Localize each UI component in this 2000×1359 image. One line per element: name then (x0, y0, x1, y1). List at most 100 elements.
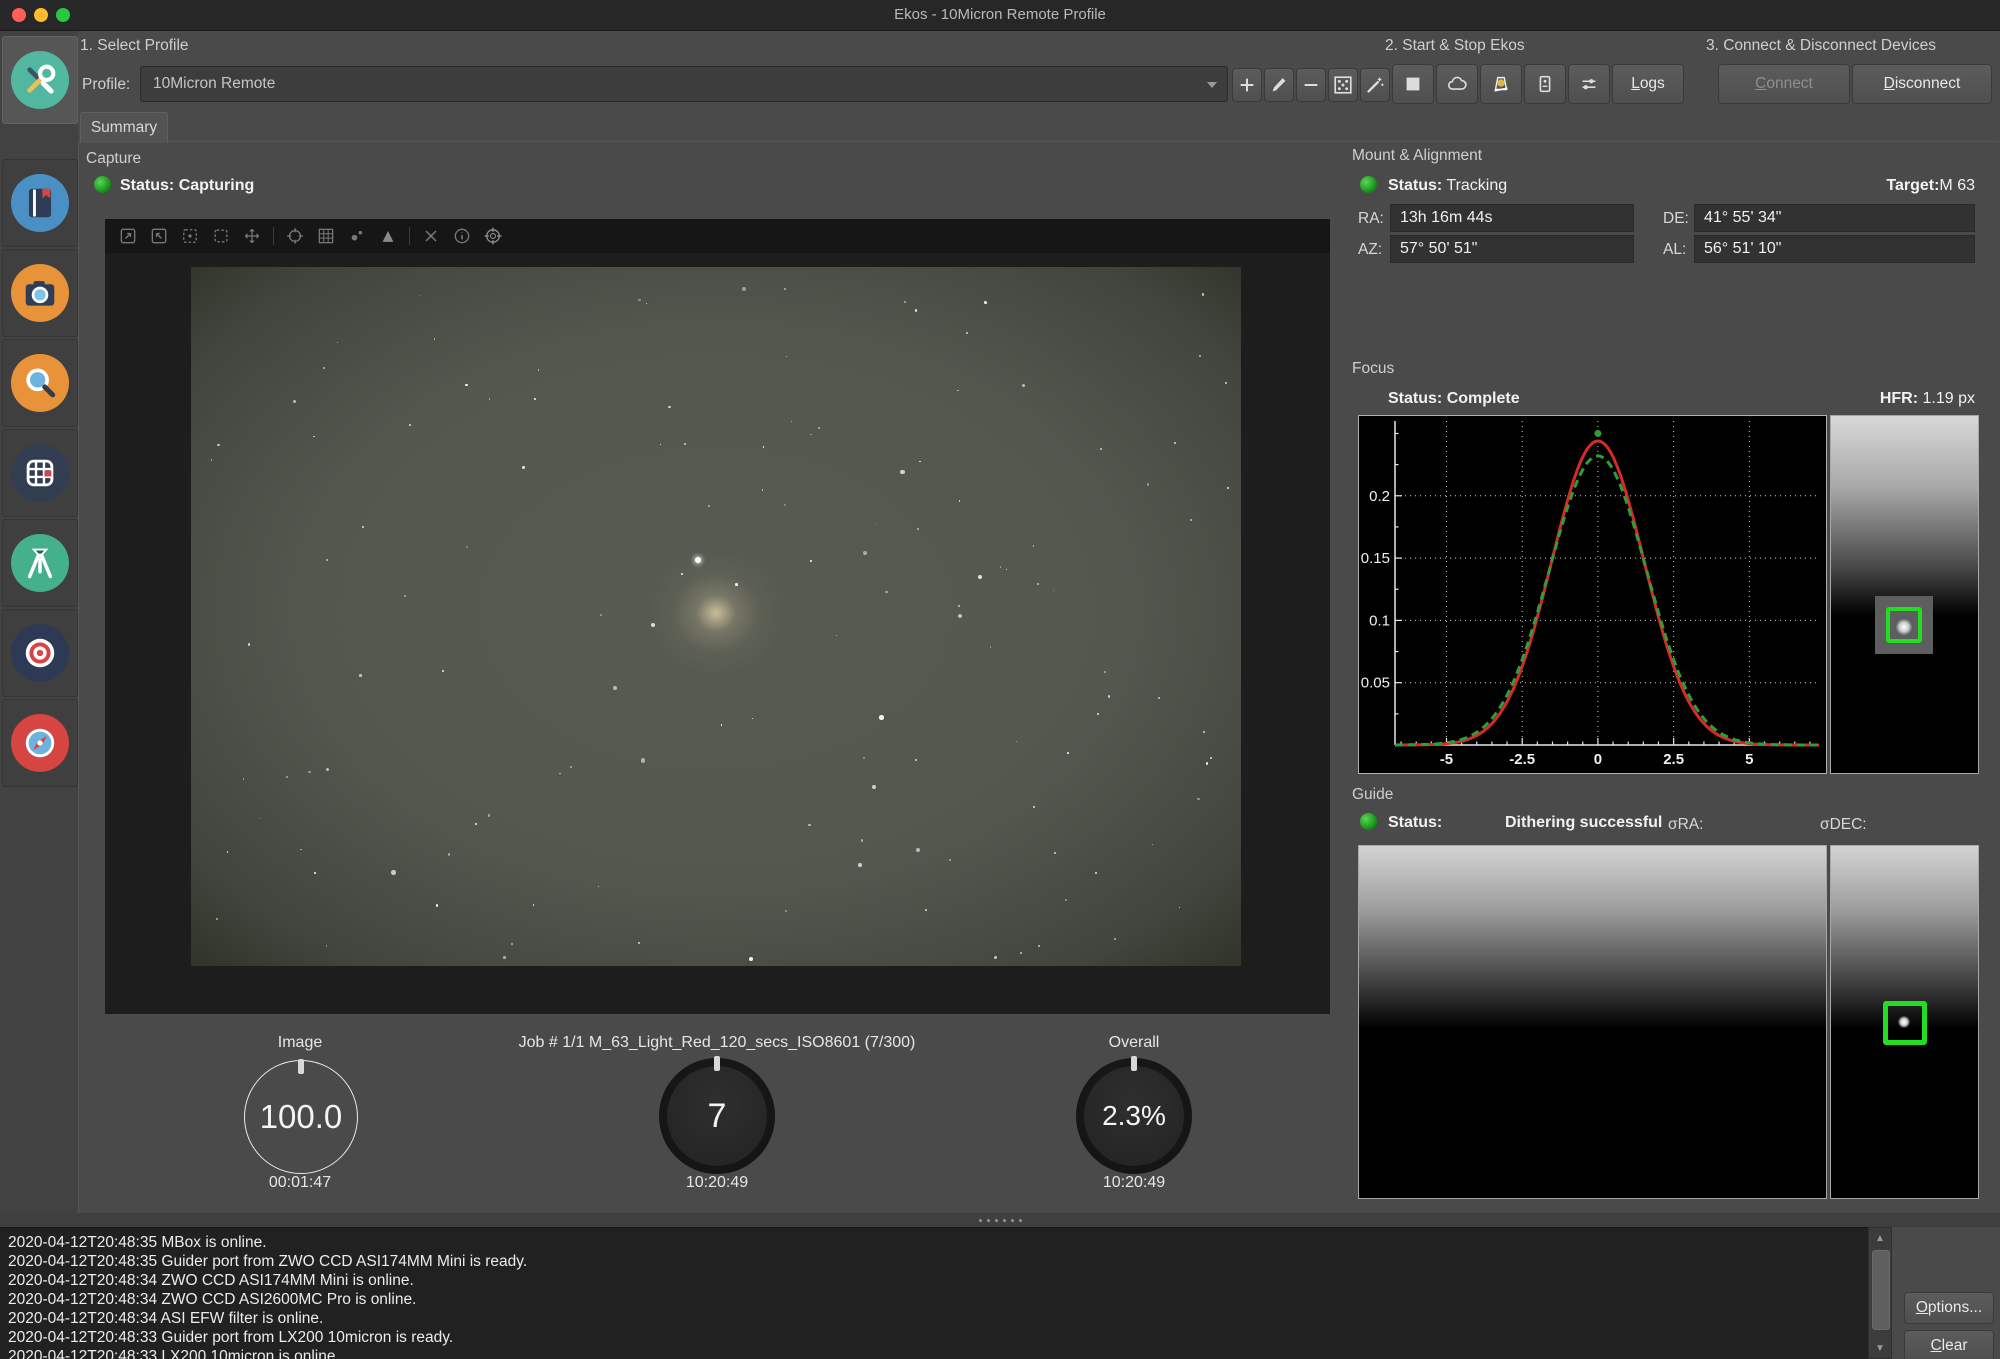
logs-button[interactable]: Logs (1612, 64, 1684, 104)
step1-label: 1. Select Profile (80, 37, 189, 55)
guide-section-title: Guide (1352, 786, 1393, 804)
hfr-value: 1.19 px (1923, 390, 1975, 407)
galaxy-m63 (653, 554, 779, 673)
star (984, 301, 987, 304)
star (448, 853, 451, 856)
de-value: 41° 55' 34" (1694, 204, 1975, 232)
profile-select[interactable]: 10Micron Remote (140, 66, 1228, 102)
add-profile-button[interactable] (1232, 68, 1262, 102)
star (668, 406, 670, 408)
star (641, 758, 645, 762)
star (958, 605, 960, 607)
center-telescope-icon[interactable] (285, 226, 305, 246)
zoom-out-icon[interactable] (149, 226, 169, 246)
star (735, 583, 738, 586)
edit-profile-button[interactable] (1264, 68, 1294, 102)
overall-dial-label: Overall (984, 1034, 1284, 1052)
scroll-up-icon[interactable]: ▲ (1869, 1229, 1891, 1247)
dial-tick (1131, 1056, 1137, 1071)
grid-overlay-icon[interactable] (316, 226, 336, 246)
custom-drivers-button[interactable] (1328, 68, 1358, 102)
guide-status-value: Dithering successful (1505, 814, 1662, 832)
crosshair-icon[interactable] (483, 226, 503, 246)
star (1033, 806, 1035, 808)
scrollbar-thumb[interactable] (1872, 1250, 1890, 1330)
log-splitter-handle[interactable] (0, 1213, 2000, 1227)
disconnect-button[interactable]: Disconnect (1852, 64, 1992, 104)
sidebar-item-capture[interactable] (2, 249, 78, 337)
star (1016, 741, 1017, 742)
sidebar-item-observatory[interactable] (2, 699, 78, 787)
bullseye-icon (11, 624, 69, 682)
mark-stars-icon[interactable] (421, 226, 441, 246)
profile-selected-value: 10Micron Remote (153, 75, 275, 93)
star (1199, 355, 1200, 356)
dial-tick (298, 1059, 304, 1074)
indi-control-panel-button[interactable] (1480, 64, 1522, 104)
star (784, 288, 786, 290)
log-line: 2020-04-12T20:48:34 ASI EFW filter is on… (8, 1309, 1868, 1328)
star (1054, 852, 1056, 854)
mount-section-title: Mount & Alignment (1352, 147, 1482, 165)
star (326, 768, 329, 771)
capture-status-led (94, 176, 111, 193)
ekos-options-button[interactable] (1568, 64, 1610, 104)
job-dial-label: Job # 1/1 M_63_Light_Red_120_secs_ISO860… (367, 1034, 1067, 1052)
tab-summary[interactable]: Summary (80, 112, 168, 143)
delete-profile-button[interactable] (1296, 68, 1326, 102)
ra-value: 13h 16m 44s (1390, 204, 1634, 232)
star (638, 299, 640, 301)
star (681, 573, 683, 575)
star (785, 910, 787, 912)
scroll-down-icon[interactable]: ▼ (1869, 1339, 1891, 1357)
star (248, 643, 250, 645)
guide-star-box (1883, 1001, 1927, 1045)
svg-text:0.15: 0.15 (1361, 550, 1390, 567)
zoom-in-icon[interactable] (118, 226, 138, 246)
star (762, 489, 764, 491)
log-options-button[interactable]: Options... (1904, 1292, 1994, 1324)
sidebar-item-guide[interactable] (2, 609, 78, 697)
star (323, 367, 325, 369)
pan-icon[interactable] (242, 226, 262, 246)
star (876, 524, 878, 526)
stars-overlay-icon[interactable] (378, 226, 398, 246)
zoom-fit-icon[interactable] (180, 226, 200, 246)
guide-star-thumbnail (1830, 845, 1979, 1199)
star (326, 559, 329, 562)
sidebar-item-align[interactable] (2, 429, 78, 517)
captured-image[interactable] (191, 267, 1241, 966)
log-clear-button[interactable]: Clear (1904, 1330, 1994, 1359)
log-console: 2020-04-12T20:48:35 MBox is online.2020-… (0, 1227, 1868, 1359)
sidebar-item-focus[interactable] (2, 339, 78, 427)
mount-target: Target:M 63 (1700, 177, 1975, 195)
sidebar-item-setup[interactable] (2, 36, 78, 124)
zoom-actual-icon[interactable] (211, 226, 231, 246)
star (810, 560, 812, 562)
star (721, 724, 722, 725)
log-line: 2020-04-12T20:48:33 LX200 10micron is on… (8, 1347, 1868, 1359)
star (808, 824, 810, 826)
star (559, 773, 561, 775)
sidebar-item-mount[interactable] (2, 519, 78, 607)
sidebar-item-scheduler[interactable] (2, 159, 78, 247)
profile-wizard-button[interactable] (1360, 68, 1390, 102)
svg-text:0: 0 (1594, 751, 1602, 768)
fits-viewer-button[interactable] (1524, 64, 1566, 104)
star (1114, 938, 1116, 940)
ekoslive-cloud-button[interactable] (1436, 64, 1478, 104)
star (749, 957, 753, 961)
star (1225, 382, 1227, 384)
log-scrollbar[interactable]: ▲ ▼ (1868, 1227, 1892, 1359)
connect-button[interactable]: Connect (1718, 64, 1850, 104)
detect-stars-icon[interactable] (347, 226, 367, 246)
compass-icon (11, 714, 69, 772)
star (216, 918, 218, 920)
info-icon[interactable] (452, 226, 472, 246)
overall-progress-value: 2.3% (1102, 1100, 1166, 1132)
window-title: Ekos - 10Micron Remote Profile (0, 6, 2000, 23)
star (1108, 695, 1111, 698)
stop-ekos-button[interactable] (1392, 64, 1434, 104)
de-label: DE: (1663, 210, 1689, 228)
star (836, 635, 838, 637)
